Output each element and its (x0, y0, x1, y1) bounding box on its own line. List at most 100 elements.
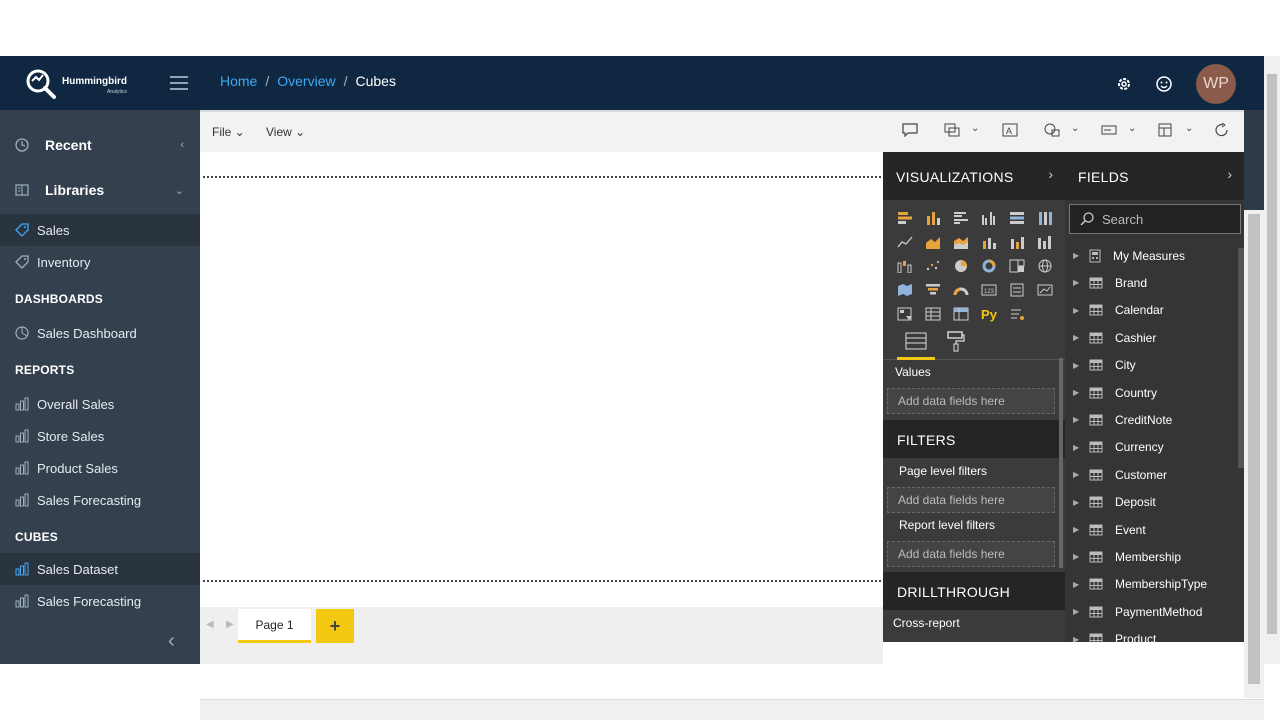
100-stacked-column-chart-icon[interactable] (1031, 206, 1059, 230)
expand-caret-icon[interactable]: ▶ (1073, 361, 1081, 370)
expand-caret-icon[interactable]: ▶ (1073, 498, 1081, 507)
expand-caret-icon[interactable]: ▶ (1073, 635, 1081, 642)
expand-caret-icon[interactable]: ▶ (1073, 580, 1081, 589)
collapse-visualizations-icon[interactable]: › (1048, 166, 1053, 182)
user-avatar[interactable]: WP (1196, 64, 1236, 104)
chevron-down-icon[interactable]: ⌄ (1185, 123, 1193, 134)
paint-roller-icon[interactable] (947, 330, 965, 352)
map-globe-icon[interactable] (1031, 254, 1059, 278)
breadcrumb-overview[interactable]: Overview (277, 73, 335, 89)
expand-caret-icon[interactable]: ▶ (1073, 470, 1081, 479)
stacked-area-chart-icon[interactable] (947, 230, 975, 254)
visual-interactions-icon[interactable] (944, 123, 960, 137)
field-table-row[interactable]: ▶ Product (1065, 626, 1244, 642)
expand-caret-icon[interactable]: ▶ (1073, 278, 1081, 287)
field-table-row[interactable]: ▶ Deposit (1065, 489, 1244, 516)
expand-caret-icon[interactable]: ▶ (1073, 306, 1081, 315)
field-table-row[interactable]: ▶ Country (1065, 379, 1244, 406)
expand-caret-icon[interactable]: ▶ (1073, 552, 1081, 561)
table-visual-icon[interactable] (919, 302, 947, 326)
card-icon[interactable]: 123 (975, 278, 1003, 302)
expand-caret-icon[interactable]: ▶ (1073, 251, 1081, 260)
values-drop-zone[interactable]: Add data fields here (887, 388, 1055, 414)
comment-icon[interactable] (902, 123, 918, 137)
sidebar-item-sales[interactable]: Sales (0, 214, 200, 246)
expand-caret-icon[interactable]: ▶ (1073, 333, 1081, 342)
page-scrollbar[interactable] (1264, 56, 1280, 664)
expand-caret-icon[interactable]: ▶ (1073, 415, 1081, 424)
clustered-column-chart-icon[interactable] (975, 206, 1003, 230)
sidebar-recent[interactable]: Recent ‹ (0, 126, 200, 164)
refresh-icon[interactable] (1214, 123, 1230, 137)
100-stacked-bar-chart-icon[interactable] (1003, 206, 1031, 230)
sidebar-item-product-sales[interactable]: Product Sales (0, 452, 200, 484)
gear-icon[interactable] (1116, 76, 1132, 92)
fields-search-input[interactable]: Search (1069, 204, 1241, 234)
horizontal-scrollbar[interactable] (200, 699, 1264, 720)
more-visuals-icon[interactable] (1003, 302, 1031, 326)
sidebar-item-store-sales[interactable]: Store Sales (0, 420, 200, 452)
breadcrumb-home[interactable]: Home (220, 73, 257, 89)
page-scrollbar-thumb[interactable] (1267, 74, 1277, 634)
expand-caret-icon[interactable]: ▶ (1073, 443, 1081, 452)
collapse-sidebar-icon[interactable]: ‹ (168, 630, 175, 653)
stacked-bar-chart-icon[interactable] (891, 206, 919, 230)
field-table-row[interactable]: ▶ Calendar (1065, 297, 1244, 324)
funnel-chart-icon[interactable] (919, 278, 947, 302)
page-next-icon[interactable]: ▶ (226, 619, 234, 630)
page-prev-icon[interactable]: ◀ (206, 619, 214, 630)
chevron-down-icon[interactable]: ⌄ (1128, 123, 1136, 134)
fields-well-icon[interactable] (905, 330, 927, 352)
expand-caret-icon[interactable]: ▶ (1073, 525, 1081, 534)
chevron-down-icon[interactable]: ⌄ (971, 123, 979, 134)
page-layout-icon[interactable] (1158, 123, 1174, 137)
field-table-row[interactable]: ▶ Membership (1065, 543, 1244, 570)
button-icon[interactable] (1101, 123, 1117, 137)
view-menu[interactable]: View ⌄ (266, 125, 305, 139)
line-and-clustered-column-chart-icon[interactable] (1003, 230, 1031, 254)
add-page-button[interactable]: + (316, 609, 354, 643)
expand-caret-icon[interactable]: ▶ (1073, 607, 1081, 616)
field-table-row[interactable]: ▶ Currency (1065, 434, 1244, 461)
filled-map-icon[interactable] (891, 278, 919, 302)
viz-pane-scrollbar[interactable] (1059, 358, 1063, 568)
stacked-column-chart-icon[interactable] (919, 206, 947, 230)
field-table-row[interactable]: ▶ PaymentMethod (1065, 598, 1244, 625)
field-table-row[interactable]: ▶ Brand (1065, 269, 1244, 296)
line-chart-icon[interactable] (891, 230, 919, 254)
report-filters-drop-zone[interactable]: Add data fields here (887, 541, 1055, 567)
waterfall-chart-icon[interactable] (891, 254, 919, 278)
hamburger-menu-icon[interactable] (168, 72, 190, 94)
field-table-row[interactable]: ▶ Customer (1065, 461, 1244, 488)
matrix-visual-icon[interactable] (947, 302, 975, 326)
kpi-icon[interactable] (1031, 278, 1059, 302)
sidebar-item-sales-dashboard[interactable]: Sales Dashboard (0, 317, 200, 349)
panes-scrollbar-thumb[interactable] (1248, 214, 1260, 684)
page-tab-1[interactable]: Page 1 (238, 609, 311, 643)
donut-chart-icon[interactable] (975, 254, 1003, 278)
clustered-bar-chart-icon[interactable] (947, 206, 975, 230)
sidebar-libraries[interactable]: Libraries ⌄ (0, 171, 200, 209)
field-table-row[interactable]: ▶ MembershipType (1065, 571, 1244, 598)
text-box-icon[interactable]: A (1002, 123, 1018, 137)
slicer-icon[interactable] (891, 302, 919, 326)
shapes-icon[interactable] (1044, 123, 1060, 137)
ribbon-chart-icon[interactable] (1031, 230, 1059, 254)
smiley-feedback-icon[interactable] (1156, 76, 1172, 92)
expand-caret-icon[interactable]: ▶ (1073, 388, 1081, 397)
page-filters-drop-zone[interactable]: Add data fields here (887, 487, 1055, 513)
sidebar-item-sales-dataset[interactable]: Sales Dataset (0, 553, 200, 585)
field-table-row[interactable]: ▶ City (1065, 352, 1244, 379)
field-table-row[interactable]: ▶ Event (1065, 516, 1244, 543)
pie-chart-icon[interactable] (947, 254, 975, 278)
report-canvas[interactable] (200, 152, 883, 607)
area-chart-icon[interactable] (919, 230, 947, 254)
python-visual-icon[interactable]: Py (975, 302, 1003, 326)
field-table-row[interactable]: ▶ My Measures (1065, 242, 1244, 269)
file-menu[interactable]: File ⌄ (212, 125, 245, 139)
scatter-chart-icon[interactable] (919, 254, 947, 278)
field-table-row[interactable]: ▶ CreditNote (1065, 406, 1244, 433)
collapse-fields-icon[interactable]: › (1227, 166, 1232, 182)
brand-logo[interactable]: Hummingbird Analytics (24, 66, 134, 100)
cross-report-label[interactable]: Cross-report (893, 616, 960, 630)
